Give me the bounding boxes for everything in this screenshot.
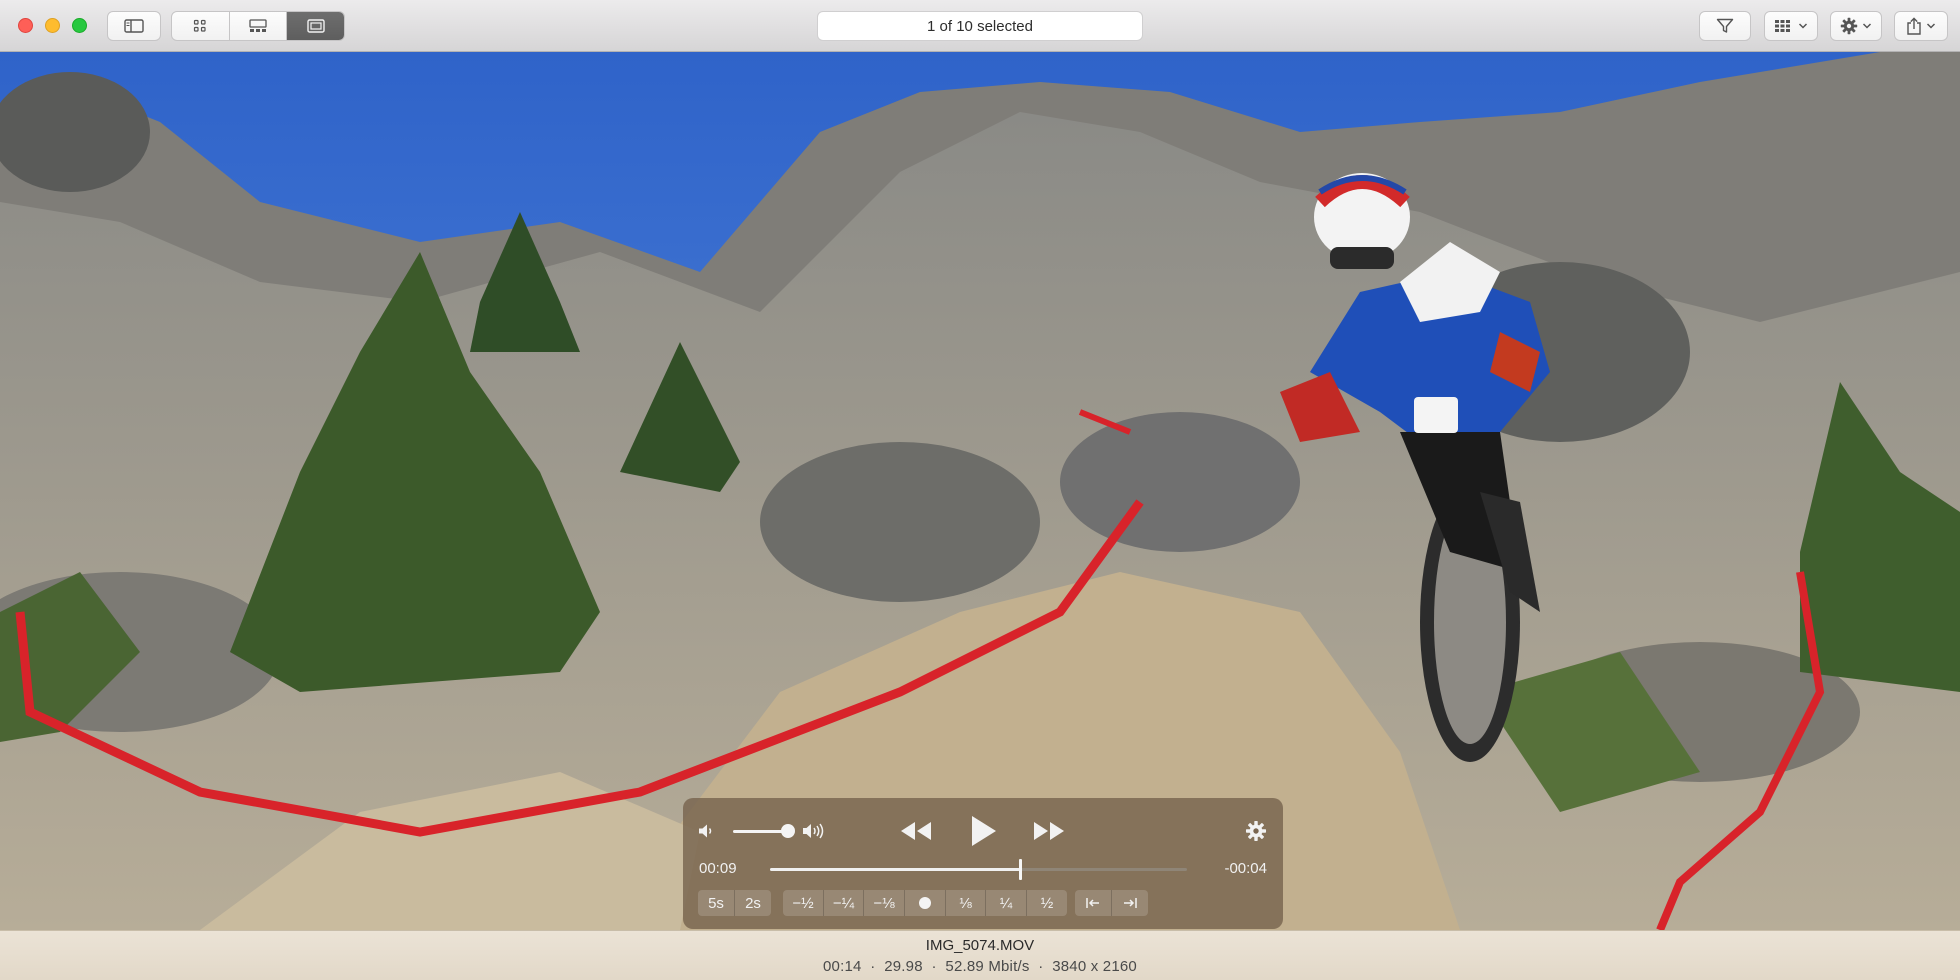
scrubber-progress bbox=[770, 868, 1021, 871]
filter-button[interactable] bbox=[1699, 11, 1751, 41]
volume-mute-button[interactable] bbox=[697, 820, 715, 842]
action-menu[interactable] bbox=[1830, 11, 1882, 41]
close-window-button[interactable] bbox=[18, 18, 33, 33]
gear-icon bbox=[1840, 17, 1858, 35]
scrubber-track[interactable] bbox=[770, 868, 1187, 871]
rewind-button[interactable] bbox=[897, 818, 935, 844]
file-name: IMG_5074.MOV bbox=[925, 937, 1035, 954]
frame-step-button-group: −½ −¼ −⅛ ⅛ ¼ ½ bbox=[783, 890, 1067, 916]
window-toolbar: 1 of 10 selected bbox=[0, 0, 1960, 52]
fast-forward-icon bbox=[1034, 822, 1064, 840]
chevron-down-icon bbox=[1862, 23, 1872, 29]
file-metadata: 00:14 · 29.98 · 52.89 Mbit/s · 3840 x 21… bbox=[823, 958, 1137, 975]
jump-to-end-icon bbox=[1124, 898, 1137, 908]
grid-icon bbox=[1775, 20, 1790, 32]
settings-button[interactable] bbox=[1244, 819, 1268, 843]
jump-to-start-icon bbox=[1086, 898, 1099, 908]
speaker-low-icon bbox=[699, 824, 712, 838]
elapsed-time: 00:09 bbox=[699, 860, 737, 877]
volume-slider-knob[interactable] bbox=[781, 824, 795, 838]
play-button[interactable] bbox=[966, 813, 1000, 849]
filter-icon bbox=[1716, 18, 1734, 33]
chevron-down-icon bbox=[1798, 23, 1808, 29]
single-view-button[interactable] bbox=[287, 12, 344, 40]
rewind-icon bbox=[901, 822, 931, 840]
chevron-down-icon bbox=[1926, 23, 1936, 29]
step-back-eighth-button[interactable]: −⅛ bbox=[864, 890, 905, 916]
skip-button-group: 5s 2s bbox=[698, 890, 771, 916]
grid-icon bbox=[194, 19, 206, 32]
share-icon bbox=[1907, 17, 1921, 35]
playback-controls: 00:09 -00:04 5s 2s −½ −¼ −⅛ ⅛ ¼ ½ bbox=[683, 798, 1283, 929]
step-forward-eighth-button[interactable]: ⅛ bbox=[946, 890, 986, 916]
window-title: 1 of 10 selected bbox=[817, 11, 1143, 41]
jump-to-end-button[interactable] bbox=[1112, 890, 1148, 916]
file-info-bar: IMG_5074.MOV 00:14 · 29.98 · 52.89 Mbit/… bbox=[0, 930, 1960, 980]
step-forward-quarter-button[interactable]: ¼ bbox=[986, 890, 1027, 916]
gear-icon bbox=[1245, 820, 1267, 842]
zoom-window-button[interactable] bbox=[72, 18, 87, 33]
skip-5s-button[interactable]: 5s bbox=[698, 890, 735, 916]
filmstrip-view-button[interactable] bbox=[230, 12, 288, 40]
volume-slider-track[interactable] bbox=[733, 830, 783, 833]
toggle-sidebar-button[interactable] bbox=[107, 11, 161, 41]
step-back-half-button[interactable]: −½ bbox=[783, 890, 824, 916]
share-menu[interactable] bbox=[1894, 11, 1948, 41]
jump-button-group bbox=[1075, 890, 1148, 916]
stop-dot-icon bbox=[919, 897, 931, 909]
speaker-high-icon bbox=[803, 823, 824, 839]
remaining-time: -00:04 bbox=[1224, 860, 1267, 877]
step-stop-button[interactable] bbox=[905, 890, 946, 916]
step-back-quarter-button[interactable]: −¼ bbox=[824, 890, 864, 916]
minimize-window-button[interactable] bbox=[45, 18, 60, 33]
skip-2s-button[interactable]: 2s bbox=[735, 890, 771, 916]
jump-to-start-button[interactable] bbox=[1075, 890, 1112, 916]
volume-max-button[interactable] bbox=[801, 820, 831, 842]
thumbnail-size-menu[interactable] bbox=[1764, 11, 1818, 41]
scrubber-playhead[interactable] bbox=[1019, 859, 1023, 880]
single-image-icon bbox=[306, 19, 325, 33]
fast-forward-button[interactable] bbox=[1030, 818, 1068, 844]
video-frame[interactable]: 00:09 -00:04 5s 2s −½ −¼ −⅛ ⅛ ¼ ½ bbox=[0, 52, 1960, 930]
view-mode-control bbox=[171, 11, 345, 41]
grid-view-button[interactable] bbox=[172, 12, 230, 40]
sidebar-icon bbox=[124, 19, 144, 33]
filmstrip-icon bbox=[249, 19, 267, 32]
play-icon bbox=[972, 816, 996, 846]
step-forward-half-button[interactable]: ½ bbox=[1027, 890, 1067, 916]
